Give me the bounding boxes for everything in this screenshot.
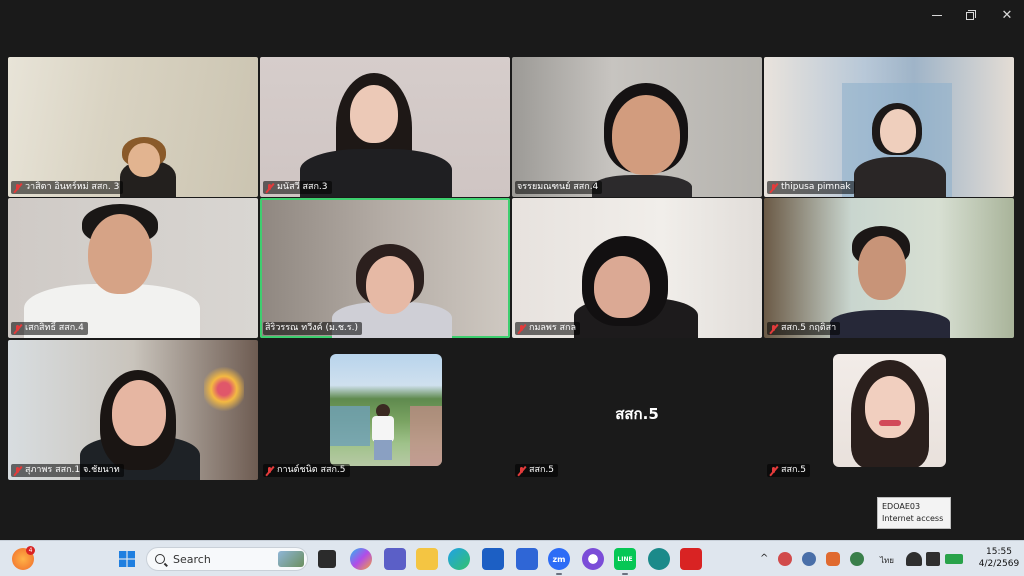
restore-button[interactable]	[956, 4, 986, 26]
clock-app-icon[interactable]	[648, 548, 670, 570]
input-language-indicator[interactable]: ไทย	[880, 554, 894, 567]
battery-icon[interactable]	[945, 554, 963, 564]
participant-center-label: สสก.5	[615, 405, 659, 423]
video-tile-5[interactable]: เสกสิทธิ์ สสก.4	[8, 198, 258, 338]
line-app-icon[interactable]: LINE	[614, 548, 636, 575]
participant-name-tag: สิริวรรณ ทวีงค์ (ม.ช.ร.)	[263, 322, 363, 335]
clock-date: 4/2/2569	[978, 559, 1020, 569]
taskbar: Search zm LINE ^ ไทย	[0, 540, 1024, 576]
participant-name-tag: วาสิตา อินทร์หม่ สสก. 3	[11, 181, 124, 194]
mic-muted-icon	[517, 323, 527, 334]
video-tile-11[interactable]: สสก.5 สสก.5	[512, 340, 762, 480]
participant-name-tag: มนัสวี สสก.3	[263, 181, 332, 194]
participant-name-tag: thipusa pimnak	[767, 181, 855, 194]
show-hidden-icons-chevron-icon[interactable]: ^	[760, 553, 768, 564]
profile-picture	[330, 354, 442, 466]
mic-muted-icon	[13, 465, 23, 476]
taskbar-clock[interactable]: 15:55 4/2/2569	[976, 546, 1022, 570]
mic-muted-icon	[265, 465, 275, 476]
video-tile-1[interactable]: วาสิตา อินทร์หม่ สสก. 3	[8, 57, 258, 197]
title-bar: ✕	[0, 0, 1024, 32]
acrobat-reader-icon[interactable]	[680, 548, 702, 570]
search-icon	[155, 554, 165, 564]
close-button[interactable]: ✕	[992, 4, 1022, 26]
profile-picture	[833, 354, 946, 467]
file-explorer-icon[interactable]	[416, 548, 438, 570]
participant-name-tag: สสก.5	[767, 464, 811, 477]
video-tile-6-active-speaker[interactable]: สิริวรรณ ทวีงค์ (ม.ช.ร.)	[260, 198, 510, 338]
clock-time: 15:55	[986, 547, 1012, 557]
zoom-icon-label: zm	[552, 554, 566, 564]
participant-name-tag: จรรยมณฑนย์ สสก.4	[515, 181, 603, 194]
tray-app-icon-2[interactable]	[802, 552, 816, 566]
network-tooltip: EDOAE03 Internet access	[877, 497, 951, 529]
copilot-icon[interactable]	[350, 548, 372, 570]
tray-app-icon-3[interactable]	[826, 552, 840, 566]
zoom-app-icon[interactable]: zm	[548, 548, 570, 575]
line-icon-label: LINE	[617, 555, 633, 563]
restore-icon	[966, 10, 976, 20]
participant-name-tag: กมลพร สกล	[515, 322, 580, 335]
mic-muted-icon	[769, 182, 779, 193]
video-tile-7[interactable]: กมลพร สกล	[512, 198, 762, 338]
video-tile-3[interactable]: จรรยมณฑนย์ สสก.4	[512, 57, 762, 197]
task-view-icon[interactable]	[318, 550, 336, 568]
tray-app-icon-4[interactable]	[850, 552, 864, 566]
zoom-meeting-window: ✕ วาสิตา อินทร์หม่ สสก. 3 มนัสวี สสก.3 จ…	[0, 0, 1024, 576]
close-icon: ✕	[1001, 7, 1013, 23]
mic-muted-icon	[769, 465, 779, 476]
participant-name-tag: เสกสิทธิ์ สสก.4	[11, 322, 88, 335]
mic-muted-icon	[13, 323, 23, 334]
wifi-icon[interactable]	[906, 552, 922, 566]
windows-start-icon	[119, 551, 135, 567]
video-tile-9[interactable]: สุภาพร สสก.1 จ.ชัยนาท	[8, 340, 258, 480]
taskbar-search-box[interactable]: Search	[146, 547, 308, 571]
minimize-icon	[932, 14, 942, 16]
participant-name-tag: สุภาพร สสก.1 จ.ชัยนาท	[11, 464, 124, 477]
video-tile-4[interactable]: thipusa pimnak	[764, 57, 1014, 197]
start-button[interactable]	[116, 548, 138, 570]
search-highlight-image	[278, 551, 304, 567]
mic-muted-icon	[13, 182, 23, 193]
mic-muted-icon	[517, 465, 527, 476]
minimize-button[interactable]	[922, 4, 952, 26]
microsoft-store-icon[interactable]	[482, 548, 504, 570]
volume-icon[interactable]	[926, 552, 940, 566]
azure-data-studio-icon[interactable]	[516, 548, 538, 570]
search-placeholder: Search	[173, 552, 211, 566]
participant-name-tag: สสก.5 กฤติสา	[767, 322, 841, 335]
participant-name-tag: สสก.5	[515, 464, 559, 477]
video-tile-12[interactable]: สสก.5	[764, 340, 1014, 480]
video-tile-10[interactable]: กานต์ชนิต สสก.5	[260, 340, 510, 480]
video-tile-2[interactable]: มนัสวี สสก.3	[260, 57, 510, 197]
teams-icon[interactable]	[384, 548, 406, 570]
video-tile-8[interactable]: สสก.5 กฤติสา	[764, 198, 1014, 338]
edge-browser-icon[interactable]	[448, 548, 470, 570]
proton-vpn-icon[interactable]	[582, 548, 604, 570]
participant-name-tag: กานต์ชนิต สสก.5	[263, 464, 350, 477]
tooltip-network-name: EDOAE03	[882, 502, 921, 511]
tooltip-network-status: Internet access	[882, 514, 944, 523]
tray-app-icon-1[interactable]	[778, 552, 792, 566]
mic-muted-icon	[769, 323, 779, 334]
mic-muted-icon	[265, 182, 275, 193]
widgets-notification-badge: 4	[26, 546, 35, 555]
